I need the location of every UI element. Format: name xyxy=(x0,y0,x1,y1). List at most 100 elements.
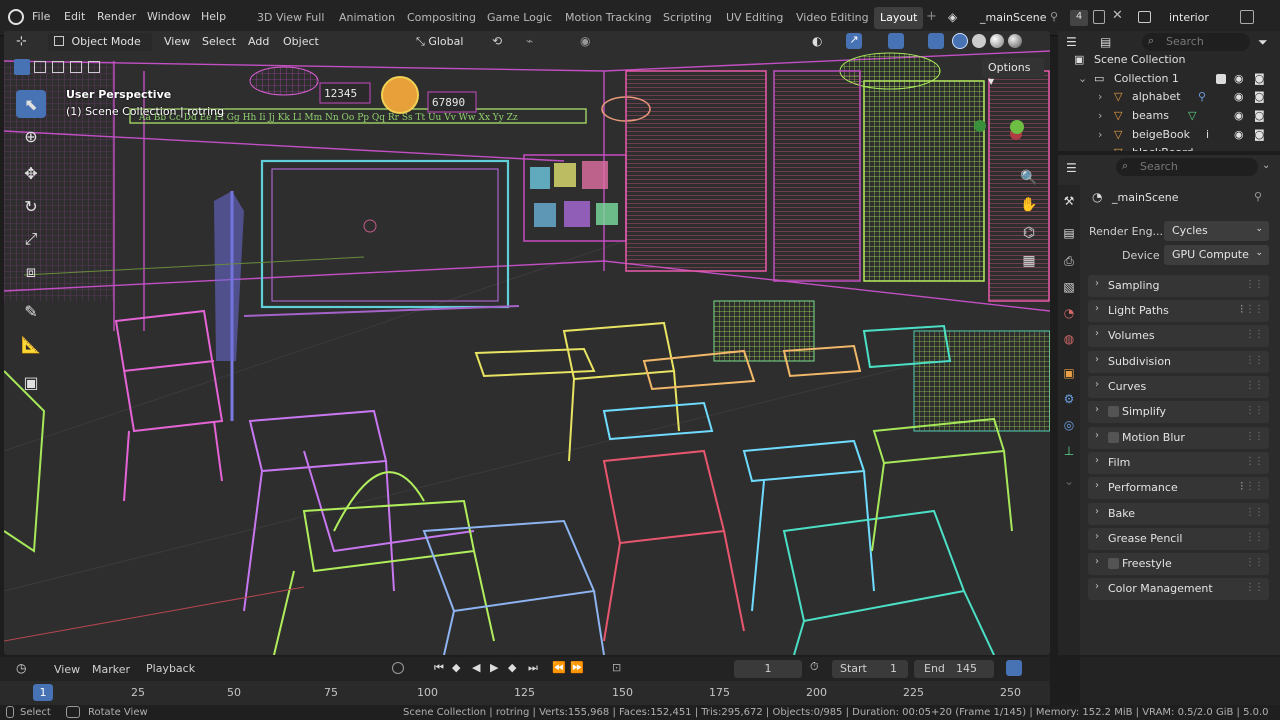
rotate-tool-icon[interactable]: ↻ xyxy=(16,192,46,220)
visibility-icon[interactable]: ◐ xyxy=(812,34,822,48)
outliner-row-collection[interactable]: ⌄ ▭ Collection 1 ◉ ◙ xyxy=(1058,70,1280,89)
view-icon[interactable] xyxy=(1006,660,1022,676)
jump-start-icon[interactable]: ⏮ xyxy=(434,661,444,675)
camera-icon[interactable]: ◙ xyxy=(1254,90,1265,103)
editor-type-icon[interactable]: ⊹ xyxy=(16,34,27,49)
grip-icon[interactable]: ⋮⋮ xyxy=(1245,557,1264,568)
gizmo-icon[interactable]: ↗ xyxy=(846,33,862,49)
next-marker-icon[interactable]: ⏩ xyxy=(570,661,584,674)
world-tab-icon[interactable]: ◍ xyxy=(1061,331,1077,347)
select-invert-icon[interactable] xyxy=(70,61,82,73)
tab-motion-tracking[interactable]: Motion Tracking xyxy=(559,7,658,29)
device-dropdown[interactable]: GPU Compute ⌄ xyxy=(1164,245,1269,265)
grip-icon[interactable]: ⋮⋮ xyxy=(1245,582,1264,593)
panel-freestyle[interactable]: › Freestyle ⋮⋮ xyxy=(1088,553,1269,575)
pin-icon[interactable]: ⚲ xyxy=(1050,10,1058,23)
menu-window[interactable]: Window xyxy=(147,10,190,23)
panel-subdivision[interactable]: › Subdivision ⋮⋮ xyxy=(1088,351,1269,373)
wireframe-shading-icon[interactable] xyxy=(952,33,968,49)
menu-help[interactable]: Help xyxy=(201,10,226,23)
panel-volumes[interactable]: › Volumes ⋮⋮ xyxy=(1088,325,1269,347)
menu-file[interactable]: File xyxy=(32,10,50,23)
camera-icon[interactable]: ◙ xyxy=(1254,72,1265,85)
end-frame-field[interactable]: End 145 xyxy=(914,660,994,678)
snap-icon[interactable]: ⌁ xyxy=(526,34,533,48)
panel-film[interactable]: › Film ⋮⋮ xyxy=(1088,452,1269,474)
duplicate-scene-icon[interactable] xyxy=(1093,10,1105,24)
current-frame-field[interactable]: 1 xyxy=(734,660,802,678)
blender-logo-icon[interactable] xyxy=(8,9,24,25)
panel-grease-pencil[interactable]: › Grease Pencil ⋮⋮ xyxy=(1088,528,1269,550)
grip-icon[interactable]: ⋮⋮ xyxy=(1245,532,1264,543)
enable-checkbox[interactable] xyxy=(1108,432,1119,443)
outliner-item-alphabet[interactable]: › ▽ alphabet ⚲ ◉ ◙ xyxy=(1058,88,1280,107)
view-layer-tab-icon[interactable]: ▧ xyxy=(1061,279,1077,295)
physics-tab-icon[interactable]: ◎ xyxy=(1061,417,1077,433)
camera-view-icon[interactable]: ⌬ xyxy=(1018,222,1040,244)
3d-viewport[interactable]: Aa Bb Cc Dd Ee Ff Gg Hh Ii Jj Kk Ll Mm N… xyxy=(4,31,1050,655)
camera-icon[interactable]: ◙ xyxy=(1254,128,1265,141)
select-subtract-icon[interactable] xyxy=(52,61,64,73)
constraint-tab-icon[interactable]: ⊥ xyxy=(1061,443,1077,459)
display-mode-icon[interactable]: ▤ xyxy=(1100,35,1111,49)
auto-keying-icon[interactable] xyxy=(392,662,404,674)
grip-icon[interactable]: ⋮⋮ xyxy=(1245,405,1264,416)
play-icon[interactable]: ▶ xyxy=(490,661,498,674)
outliner-editor-icon[interactable]: ☰ xyxy=(1066,35,1077,49)
pan-hand-icon[interactable]: ✋ xyxy=(1018,194,1040,216)
render-engine-dropdown[interactable]: Cycles ⌄ xyxy=(1164,221,1269,241)
grip-icon[interactable]: ⋮⋮ xyxy=(1245,279,1264,290)
tab-layout[interactable]: Layout xyxy=(874,7,924,29)
grip-icon[interactable]: ⋮⋮ xyxy=(1245,481,1264,492)
mode-dropdown[interactable]: Object Mode xyxy=(48,33,152,51)
timeline-ruler[interactable]: 1 25 50 75 100 125 150 175 200 225 250 xyxy=(0,681,1050,705)
grip-icon[interactable]: ⋮⋮ xyxy=(1245,304,1264,315)
select-box-tool-icon[interactable]: ⬉ xyxy=(16,90,46,118)
outliner-search[interactable]: ⌕ Search xyxy=(1142,33,1250,51)
grip-icon[interactable]: ⋮⋮ xyxy=(1245,507,1264,518)
tab-compositing[interactable]: Compositing xyxy=(401,7,482,29)
add-cube-tool-icon[interactable]: ▣ xyxy=(16,368,46,396)
chevron-down-icon[interactable]: ⌄ xyxy=(1061,473,1077,489)
axis-y-icon[interactable] xyxy=(974,120,986,132)
select-intersect-icon[interactable] xyxy=(88,61,100,73)
outliner-item-beigebook[interactable]: › ▽ beigeBook ⅰ ◉ ◙ xyxy=(1058,126,1280,145)
select-new-icon[interactable] xyxy=(14,59,30,75)
keying-set-icon[interactable]: ⊡ xyxy=(612,661,621,674)
stopwatch-icon[interactable]: ⏱ xyxy=(810,660,819,674)
menu-object[interactable]: Object xyxy=(283,35,319,48)
zoom-icon[interactable]: 🔍 xyxy=(1018,167,1040,189)
output-tab-icon[interactable]: ⎙ xyxy=(1061,253,1077,269)
close-icon[interactable]: ✕ xyxy=(1112,8,1123,23)
render-tab-icon[interactable]: ▤ xyxy=(1061,225,1077,241)
prev-marker-icon[interactable]: ⏪ xyxy=(552,661,566,674)
panel-bake[interactable]: › Bake ⋮⋮ xyxy=(1088,503,1269,525)
menu-edit[interactable]: Edit xyxy=(64,10,85,23)
properties-editor-icon[interactable]: ☰ xyxy=(1066,161,1077,175)
grip-icon[interactable]: ⋮⋮ xyxy=(1245,329,1264,340)
options-dropdown[interactable]: Options ▼ xyxy=(982,58,1044,86)
jump-end-icon[interactable]: ⏭ xyxy=(528,661,538,675)
outliner-item-blackboard[interactable]: ▽ blackBoard xyxy=(1058,144,1280,151)
panel-motion-blur[interactable]: › Motion Blur ⋮⋮ xyxy=(1088,427,1269,449)
timeline-menu-view[interactable]: View xyxy=(54,663,80,676)
tab-animation[interactable]: Animation xyxy=(333,7,401,29)
cursor-tool-icon[interactable]: ⊕ xyxy=(16,122,46,150)
modifier-tab-icon[interactable]: ⚙ xyxy=(1061,391,1077,407)
grip-icon[interactable]: ⋮⋮ xyxy=(1245,456,1264,467)
object-tab-icon[interactable]: ▣ xyxy=(1061,365,1077,381)
xray-icon[interactable] xyxy=(928,33,944,49)
presets-icon[interactable]: ⫶ xyxy=(1240,303,1243,317)
timeline-editor-icon[interactable]: ◷ xyxy=(16,661,26,675)
overlays-icon[interactable] xyxy=(888,33,904,49)
presets-icon[interactable]: ⫶ xyxy=(1240,480,1243,494)
orientation-dropdown[interactable]: ⤡ Global xyxy=(410,33,486,51)
axis-y-positive-icon[interactable] xyxy=(1010,120,1024,134)
properties-search[interactable]: ⌕ Search xyxy=(1116,158,1258,176)
material-shading-icon[interactable] xyxy=(990,34,1004,48)
chevron-down-icon[interactable]: ⌄ xyxy=(1262,160,1270,171)
camera-icon[interactable]: ◙ xyxy=(1254,109,1265,122)
eye-icon[interactable]: ◉ xyxy=(1234,72,1244,85)
measure-tool-icon[interactable]: 📐 xyxy=(16,330,46,358)
menu-select[interactable]: Select xyxy=(202,35,236,48)
